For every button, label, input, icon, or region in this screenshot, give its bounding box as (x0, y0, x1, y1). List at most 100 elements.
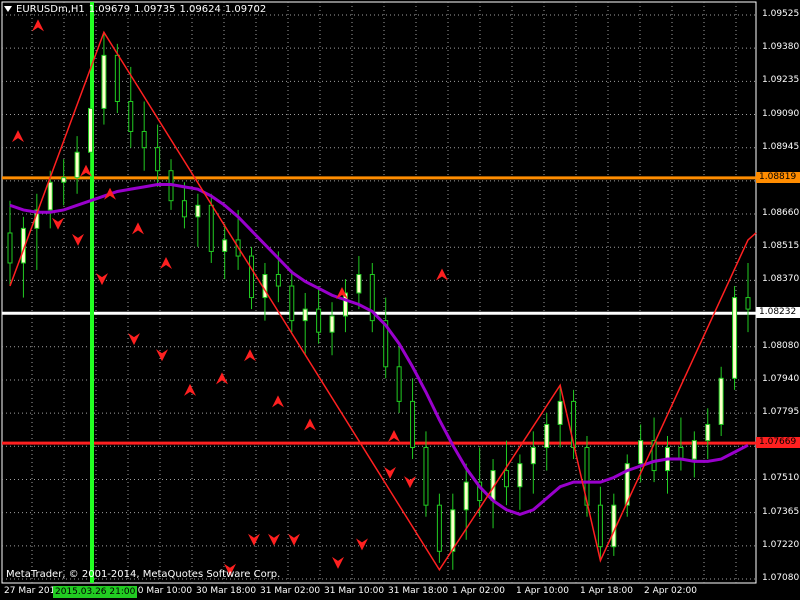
fractal-down-arrow (72, 233, 84, 246)
price-tick-label: 1.07080 (762, 573, 800, 583)
candle-body (155, 147, 161, 172)
candle-body (128, 101, 134, 132)
price-tick-label: 1.09380 (762, 42, 800, 53)
time-tick-label: 1 Apr 02:00 (452, 586, 505, 596)
time-tick-label: 31 Mar 02:00 (260, 586, 321, 596)
candle-body (530, 447, 536, 465)
time-tick-label: 30 Mar 18:00 (196, 586, 257, 596)
fractal-down-arrow (96, 273, 108, 286)
candle-body (101, 54, 107, 109)
fractal-up-arrow (436, 268, 448, 281)
candle-body (517, 463, 523, 488)
candle-body (718, 377, 724, 425)
candle-body (450, 509, 456, 552)
candle-body (7, 232, 13, 264)
price-tick-label: 1.09525 (762, 9, 800, 19)
price-tick-label: 1.08945 (762, 141, 800, 152)
candle-body (74, 151, 80, 179)
time-tick-label: 30 Mar 10:00 (132, 586, 193, 596)
candle-body (410, 400, 416, 449)
candle-body (275, 274, 281, 287)
fractal-down-arrow (384, 466, 396, 479)
zigzag-line (9, 30, 757, 572)
fractal-up-arrow (388, 429, 400, 442)
fractal-down-arrow (356, 538, 368, 551)
fractal-up-arrow (12, 130, 24, 143)
fractal-up-arrow (32, 19, 44, 32)
candle-body (181, 200, 187, 218)
symbol-label: EURUSDm,H1 (16, 4, 85, 15)
support-price-tag: 1.07669 (756, 437, 800, 449)
price-tick-label: 1.08080 (762, 340, 800, 351)
candle-body (678, 447, 684, 460)
candle-body (47, 181, 53, 211)
time-tick-label: 2 Apr 02:00 (644, 586, 697, 596)
candle-body (262, 274, 268, 299)
price-tick-label: 1.07795 (762, 407, 800, 418)
candle-body (503, 470, 509, 488)
cursor-time-label: 2015.03.26 21:00 (53, 586, 138, 598)
ohlc-close: 1.09702 (224, 4, 267, 15)
chart-menu-icon[interactable] (4, 6, 12, 12)
ohlc-low: 1.09624 (179, 4, 221, 15)
candle-body (691, 440, 697, 460)
candle-body (61, 177, 67, 183)
time-tick-label: 31 Mar 18:00 (388, 586, 449, 596)
fractal-up-arrow (272, 395, 284, 408)
fractal-down-arrow (52, 217, 64, 230)
candle-body (195, 204, 201, 218)
price-tick-label: 1.07940 (762, 373, 800, 384)
fractal-down-arrow (248, 533, 260, 546)
candle-body (114, 54, 120, 103)
price-tick-label: 1.07365 (762, 506, 800, 517)
price-tick-label: 1.09090 (762, 108, 800, 119)
candle-body (597, 504, 603, 548)
price-tick-label: 1.07510 (762, 473, 800, 484)
price-tick-label: 1.08515 (762, 241, 800, 252)
ohlc-high: 1.09735 (134, 4, 176, 15)
moving-average-line (9, 183, 749, 516)
candle-body (302, 308, 308, 322)
time-tick-label: 1 Apr 18:00 (580, 586, 633, 596)
ohlc-open: 1.09679 (88, 4, 131, 15)
resistance-price-tag: 1.08819 (756, 171, 800, 183)
candle-body (436, 504, 442, 552)
candle-body (732, 297, 738, 379)
price-tick-label: 1.08660 (762, 208, 800, 219)
fractal-down-arrow (156, 349, 168, 362)
candle-body (316, 308, 322, 333)
candle-body (557, 400, 563, 425)
price-tick-label: 1.08370 (762, 274, 800, 285)
candle-body (356, 274, 362, 294)
fractal-down-arrow (128, 333, 140, 346)
fractal-up-arrow (160, 256, 172, 269)
time-tick-label: 31 Mar 10:00 (324, 586, 385, 596)
candle-body (611, 504, 617, 548)
candle-body (141, 130, 147, 149)
fractal-up-arrow (304, 418, 316, 431)
fractal-up-arrow (132, 222, 144, 235)
candle-body (289, 285, 295, 322)
pivot-price-tag: 1.08232 (756, 307, 800, 319)
price-tick-label: 1.07220 (762, 539, 800, 550)
candle-body (638, 440, 644, 465)
candle-body (222, 239, 228, 252)
time-tick-label: 1 Apr 10:00 (516, 586, 569, 596)
copyright-text: MetaTrader, © 2001-2014, MetaQuotes Soft… (6, 569, 281, 580)
fractal-down-arrow (332, 556, 344, 569)
candle-body (745, 297, 751, 310)
candle-body (705, 423, 711, 442)
chart-window[interactable]: EURUSDm,H1 1.09679 1.09735 1.09624 1.09702 M… (0, 0, 800, 600)
chart-header: EURUSDm,H1 1.09679 1.09735 1.09624 1.09702 (4, 4, 270, 15)
fractal-up-arrow (184, 383, 196, 396)
price-tick-label: 1.09235 (762, 75, 800, 86)
candle-body (329, 315, 335, 333)
candle-body (88, 107, 94, 153)
price-chart[interactable] (0, 0, 800, 600)
candle-body (544, 423, 550, 449)
fractal-up-arrow (216, 372, 228, 385)
fractal-down-arrow (268, 533, 280, 546)
fractal-down-arrow (288, 533, 300, 546)
candle-body (423, 447, 429, 506)
fractal-down-arrow (404, 476, 416, 489)
